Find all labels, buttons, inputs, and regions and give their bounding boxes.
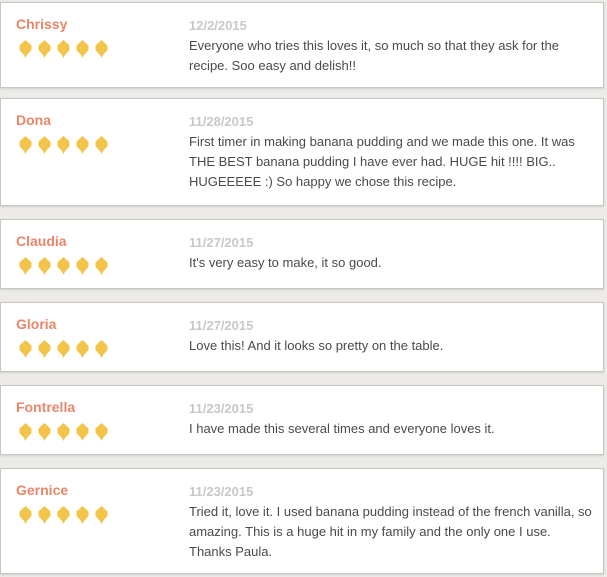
star-rating — [16, 256, 111, 276]
review-text: I have made this several times and every… — [189, 421, 495, 436]
star-icon — [38, 506, 51, 524]
review-date: 12/2/2015 — [189, 18, 247, 33]
star-icon — [19, 340, 32, 358]
reviewer-name: Dona — [16, 112, 51, 128]
review-text: Everyone who tries this loves it, so muc… — [189, 38, 559, 73]
star-rating — [16, 422, 111, 442]
star-icon — [19, 40, 32, 58]
star-icon — [38, 136, 51, 154]
star-rating — [16, 505, 111, 525]
star-icon — [38, 257, 51, 275]
star-icon — [57, 136, 70, 154]
star-icon — [19, 257, 32, 275]
star-icon — [19, 423, 32, 441]
star-icon — [76, 40, 89, 58]
reviewer-name: Chrissy — [16, 16, 68, 32]
star-rating — [16, 39, 111, 59]
review-date: 11/27/2015 — [189, 235, 254, 250]
review-card: Dona 11/28/2015 First timer in making ba… — [0, 98, 604, 206]
star-icon — [95, 257, 108, 275]
reviewer-name: Fontrella — [16, 399, 76, 415]
star-icon — [95, 136, 108, 154]
star-icon — [38, 423, 51, 441]
star-rating — [16, 135, 111, 155]
reviewer-name: Claudia — [16, 233, 67, 249]
review-text: It's very easy to make, it so good. — [189, 255, 382, 270]
star-icon — [38, 40, 51, 58]
star-icon — [95, 506, 108, 524]
review-date: 11/23/2015 — [189, 401, 254, 416]
star-rating — [16, 339, 111, 359]
reviewer-name: Gernice — [16, 482, 69, 498]
review-card: Gloria 11/27/2015 Love this! And it look… — [0, 302, 604, 372]
star-icon — [95, 40, 108, 58]
star-icon — [57, 257, 70, 275]
review-date: 11/23/2015 — [189, 484, 254, 499]
star-icon — [76, 257, 89, 275]
star-icon — [19, 506, 32, 524]
star-icon — [95, 340, 108, 358]
star-icon — [76, 340, 89, 358]
review-text: First timer in making banana pudding and… — [189, 134, 575, 189]
review-card: Chrissy 12/2/2015 Everyone who tries thi… — [0, 2, 604, 88]
star-icon — [57, 506, 70, 524]
star-icon — [57, 340, 70, 358]
star-icon — [57, 423, 70, 441]
star-icon — [57, 40, 70, 58]
reviewer-name: Gloria — [16, 316, 57, 332]
star-icon — [19, 136, 32, 154]
review-text: Tried it, love it. I used banana pudding… — [189, 504, 592, 559]
star-icon — [76, 136, 89, 154]
star-icon — [76, 506, 89, 524]
review-card: Fontrella 11/23/2015 I have made this se… — [0, 385, 604, 455]
star-icon — [95, 423, 108, 441]
review-date: 11/28/2015 — [189, 114, 254, 129]
review-card: Claudia 11/27/2015 It's very easy to mak… — [0, 219, 604, 289]
review-text: Love this! And it looks so pretty on the… — [189, 338, 444, 353]
star-icon — [38, 340, 51, 358]
review-card: Gernice 11/23/2015 Tried it, love it. I … — [0, 468, 604, 574]
star-icon — [76, 423, 89, 441]
review-date: 11/27/2015 — [189, 318, 254, 333]
